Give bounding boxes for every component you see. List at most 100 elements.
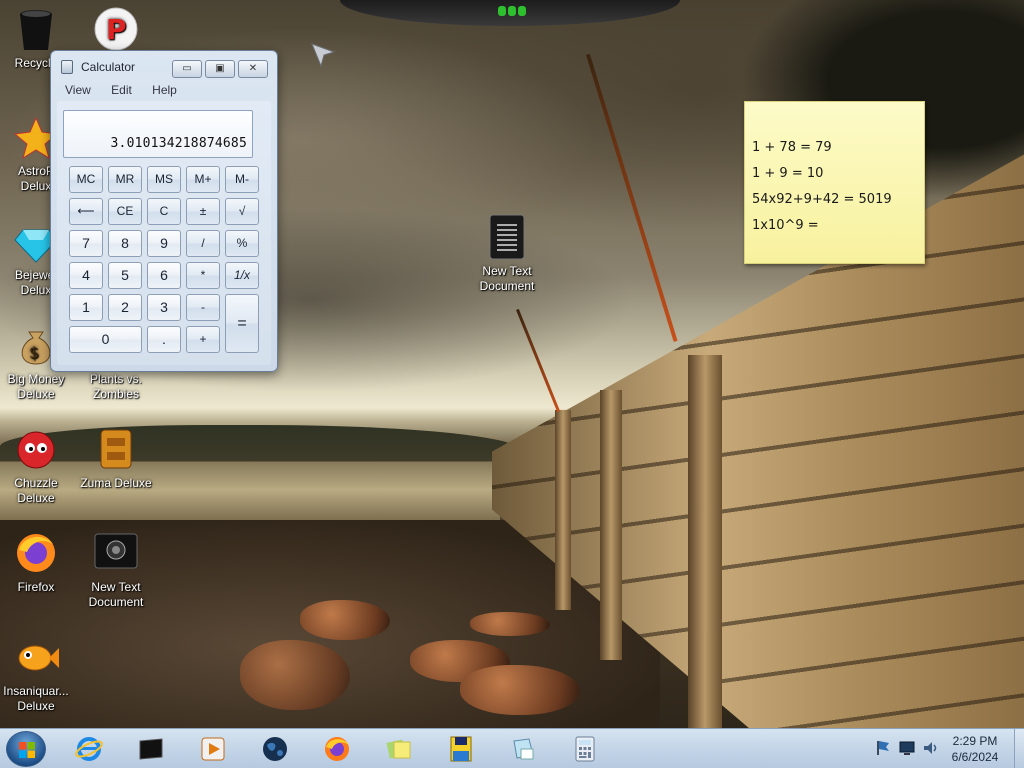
menu-view[interactable]: View — [55, 81, 98, 97]
maximize-button[interactable]: ▣ — [205, 60, 235, 78]
digit-4-button[interactable]: 4 — [69, 262, 103, 289]
memory-subtract-button[interactable]: M- — [225, 166, 259, 193]
mouse-pointer-icon — [311, 43, 336, 68]
taskbar-media-center[interactable] — [130, 732, 170, 766]
memory-clear-button[interactable]: MC — [69, 166, 103, 193]
desktop-icon-label: Deluxe — [17, 699, 55, 713]
close-button[interactable]: ✕ — [238, 60, 268, 78]
wallpaper-rock — [300, 600, 390, 640]
digit-0-button[interactable]: 0 — [69, 326, 142, 353]
display-value: 3.010134218874685 — [110, 136, 247, 151]
desktop-icon-label: New Text — [482, 264, 532, 278]
clear-button[interactable]: C — [147, 198, 181, 225]
indicator-dot — [518, 6, 526, 16]
p-game-icon: P — [94, 7, 138, 51]
taskbar: 2:29 PM 6/6/2024 — [0, 728, 1024, 768]
action-center-flag-icon[interactable] — [874, 739, 892, 757]
clock-date: 6/6/2024 — [951, 750, 999, 764]
firefox-icon — [17, 534, 55, 572]
desktop-icon-label: Firefox — [17, 580, 55, 594]
svg-text:P: P — [106, 13, 127, 46]
wallpaper-post — [600, 390, 622, 660]
wallpaper-rock — [470, 612, 550, 636]
divide-button[interactable]: / — [186, 230, 220, 257]
firefox-desktop-icon[interactable]: Firefox — [0, 530, 76, 595]
square-root-button[interactable]: √ — [225, 198, 259, 225]
calculator-titlebar[interactable]: Calculator ▭ ▣ ✕ — [51, 51, 277, 81]
taskbar-games[interactable] — [440, 732, 480, 766]
menu-help[interactable]: Help — [142, 81, 184, 97]
document-icon — [94, 533, 138, 569]
taskbar-clock[interactable]: 2:29 PM 6/6/2024 — [940, 733, 1010, 765]
percent-button[interactable]: % — [225, 230, 259, 257]
insaniquarium-desktop-icon[interactable]: Insaniquar... Deluxe — [0, 634, 76, 714]
chuzzle-icon — [17, 431, 55, 469]
desktop-icon-label: Document — [479, 279, 535, 293]
taskbar-firefox[interactable] — [316, 732, 356, 766]
decimal-point-button[interactable]: . — [147, 326, 181, 353]
memory-recall-button[interactable]: MR — [108, 166, 142, 193]
sticky-note-line[interactable]: 1x10^9 = — [752, 218, 819, 233]
show-desktop-button[interactable] — [1014, 729, 1024, 768]
digit-5-button[interactable]: 5 — [108, 262, 142, 289]
digit-6-button[interactable]: 6 — [147, 262, 181, 289]
backspace-button[interactable]: ⟵ — [69, 198, 103, 225]
start-button[interactable] — [6, 731, 46, 767]
taskbar-earth[interactable] — [254, 732, 294, 766]
calculator-menubar: View Edit Help — [55, 81, 273, 101]
zuma-frog-idol-icon — [100, 429, 132, 469]
volume-icon[interactable] — [922, 739, 940, 757]
sticky-note-line[interactable]: 1 + 78 = 79 — [752, 140, 832, 155]
chuzzle-desktop-icon[interactable]: Chuzzle Deluxe — [0, 426, 76, 506]
taskbar-snipping-tool[interactable] — [502, 732, 542, 766]
digit-3-button[interactable]: 3 — [147, 294, 181, 321]
digit-2-button[interactable]: 2 — [108, 294, 142, 321]
desktop-icon-label: Deluxe — [17, 491, 55, 505]
subtract-button[interactable]: - — [186, 294, 220, 321]
memory-add-button[interactable]: M+ — [186, 166, 220, 193]
minimize-button[interactable]: ▭ — [172, 60, 202, 78]
taskbar-calculator[interactable] — [564, 732, 604, 766]
add-button[interactable]: + — [186, 326, 220, 353]
memory-store-button[interactable]: MS — [147, 166, 181, 193]
sticky-note[interactable]: 1 + 78 = 79 1 + 9 = 10 54x92+9+42 = 5019… — [744, 101, 925, 264]
p-game-desktop-icon[interactable]: P — [76, 6, 156, 56]
desktop-icon-label: Deluxe — [17, 387, 55, 401]
digit-8-button[interactable]: 8 — [108, 230, 142, 257]
taskbar-windows-media-player[interactable] — [192, 732, 232, 766]
digit-7-button[interactable]: 7 — [69, 230, 103, 257]
clock-time: 2:29 PM — [952, 734, 998, 748]
indicator-dot — [508, 6, 516, 16]
zuma-desktop-icon[interactable]: Zuma Deluxe — [76, 426, 156, 491]
new-text-document-desktop-icon[interactable]: New Text Document — [76, 530, 156, 610]
taskbar-internet-explorer[interactable] — [68, 732, 108, 766]
calculator-icon — [575, 736, 595, 762]
plus-minus-button[interactable]: ± — [186, 198, 220, 225]
menu-edit[interactable]: Edit — [101, 81, 139, 97]
text-document-icon — [489, 214, 525, 260]
taskbar-sticky-notes[interactable] — [378, 732, 418, 766]
internet-explorer-icon — [75, 737, 103, 761]
wallpaper-rock — [460, 665, 580, 715]
firefox-icon — [325, 737, 349, 761]
sticky-note-line[interactable]: 54x92+9+42 = 5019 — [752, 192, 892, 207]
clear-entry-button[interactable]: CE — [108, 198, 142, 225]
window-title: Calculator — [81, 60, 136, 74]
goldfish-icon — [18, 645, 59, 671]
multiply-button[interactable]: * — [186, 262, 220, 289]
reciprocal-button[interactable]: 1/x — [225, 262, 259, 289]
digit-9-button[interactable]: 9 — [147, 230, 181, 257]
equals-button[interactable]: = — [225, 294, 259, 353]
sticky-notes-icon — [386, 739, 411, 759]
floppy-disk-icon — [450, 736, 472, 762]
desktop-icon-label: Document — [88, 595, 144, 609]
digit-1-button[interactable]: 1 — [69, 294, 103, 321]
calculator-display: 3.010134218874685 — [63, 110, 253, 158]
wallpaper-post — [555, 410, 571, 610]
sticky-note-line[interactable]: 1 + 9 = 10 — [752, 166, 823, 181]
desktop-icon-label: Insaniquar... — [3, 684, 69, 698]
calculator-window[interactable]: Calculator ▭ ▣ ✕ View Edit Help 3.010134… — [50, 50, 278, 372]
network-monitor-icon[interactable] — [898, 739, 916, 757]
new-text-document-desktop-icon[interactable]: New Text Document — [467, 214, 547, 294]
indicator-dot — [498, 6, 506, 16]
